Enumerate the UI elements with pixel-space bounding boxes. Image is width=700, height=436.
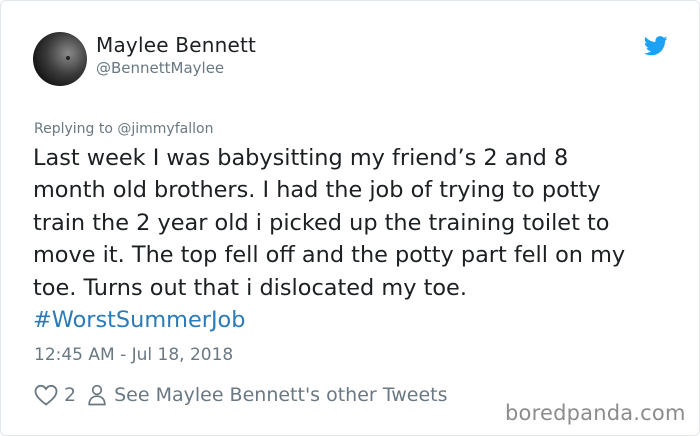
tweet-text-line: train the 2 year old i picked up the tra… [33, 209, 610, 236]
tweet-text-line: move it. The top fell off and the potty … [33, 242, 626, 269]
replying-to[interactable]: Replying to @jimmyfallon [34, 121, 213, 137]
tweet-text-line: Last week I was babysitting my friend’s … [33, 145, 569, 171]
tweet-actions: 2 See Maylee Bennett's other Tweets [34, 382, 448, 408]
avatar[interactable] [33, 32, 87, 86]
person-icon[interactable] [88, 384, 106, 406]
author-name[interactable]: Maylee Bennett [96, 33, 256, 57]
likes-count: 2 [64, 384, 77, 406]
tweet-text-line: toe. Turns out that i dislocated my toe. [33, 274, 467, 301]
hashtag-link[interactable]: #WorstSummerJob [33, 304, 683, 336]
author-handle[interactable]: @BennettMaylee [96, 59, 224, 77]
other-tweets-link[interactable]: See Maylee Bennett's other Tweets [114, 384, 447, 406]
tweet-text-line: month old brothers. I had the job of try… [33, 177, 601, 204]
tweet-timestamp[interactable]: 12:45 AM - Jul 18, 2018 [34, 345, 233, 365]
tweet-card: Maylee Bennett @BennettMaylee Replying t… [0, 0, 700, 436]
heart-icon[interactable] [34, 384, 58, 406]
watermark: boredpanda.com [505, 401, 686, 425]
tweet-text: Last week I was babysitting my friend’s … [33, 142, 683, 336]
twitter-bird-icon[interactable] [644, 36, 668, 56]
